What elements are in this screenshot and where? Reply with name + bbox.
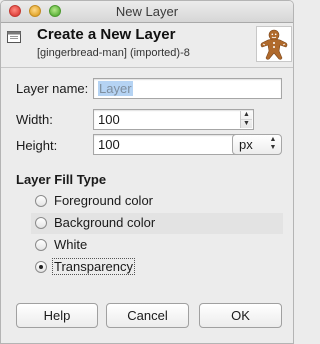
chevron-up-down-icon: ▲ ▼	[269, 136, 277, 151]
cancel-button[interactable]: Cancel	[106, 303, 189, 328]
layer-name-field[interactable]: Layer	[93, 78, 282, 99]
fill-option-transparency[interactable]: Transparency	[31, 257, 283, 278]
height-field[interactable]: 100 ▲ ▼	[93, 134, 254, 155]
width-label: Width:	[16, 112, 53, 127]
width-value: 100	[98, 112, 120, 127]
ok-button[interactable]: OK	[199, 303, 282, 328]
fill-option-label: Foreground color	[54, 193, 153, 208]
header-divider	[1, 67, 293, 68]
height-label: Height:	[16, 138, 58, 153]
help-button[interactable]: Help	[16, 303, 98, 328]
width-field[interactable]: 100 ▲ ▼	[93, 109, 254, 130]
radio-white[interactable]	[35, 239, 47, 251]
unit-select[interactable]: px ▲ ▼	[232, 134, 282, 155]
fill-option-label: Transparency	[52, 258, 135, 275]
dialog-header: Create a New Layer [gingerbread-man] (im…	[1, 23, 293, 67]
fill-option-white[interactable]: White	[31, 235, 283, 256]
gingerbread-man-thumbnail-icon	[256, 26, 292, 62]
fill-option-label: White	[54, 237, 88, 252]
new-layer-dialog: New Layer Create a New Layer [gingerbrea…	[0, 0, 294, 344]
radio-transparency[interactable]	[35, 261, 47, 273]
layer-name-label: Layer name:	[16, 81, 89, 96]
height-value: 100	[98, 137, 120, 152]
radio-background[interactable]	[35, 217, 47, 229]
radio-foreground[interactable]	[35, 195, 47, 207]
width-decrement-icon[interactable]: ▼	[241, 119, 252, 128]
fill-option-foreground[interactable]: Foreground color	[31, 191, 283, 212]
fill-option-background[interactable]: Background color	[31, 213, 283, 234]
width-stepper[interactable]: ▲ ▼	[240, 111, 252, 128]
width-increment-icon[interactable]: ▲	[241, 111, 252, 119]
fill-option-label: Background color	[54, 215, 156, 230]
dialog-heading: Create a New Layer	[37, 26, 176, 43]
window-title: New Layer	[115, 4, 179, 19]
layer-name-value: Layer	[98, 81, 133, 96]
title-bar: New Layer	[1, 1, 293, 23]
fill-type-heading: Layer Fill Type	[16, 172, 107, 187]
layer-icon	[7, 31, 21, 43]
image-name: [gingerbread-man] (imported)-8	[37, 47, 190, 59]
unit-value: px	[239, 137, 253, 152]
